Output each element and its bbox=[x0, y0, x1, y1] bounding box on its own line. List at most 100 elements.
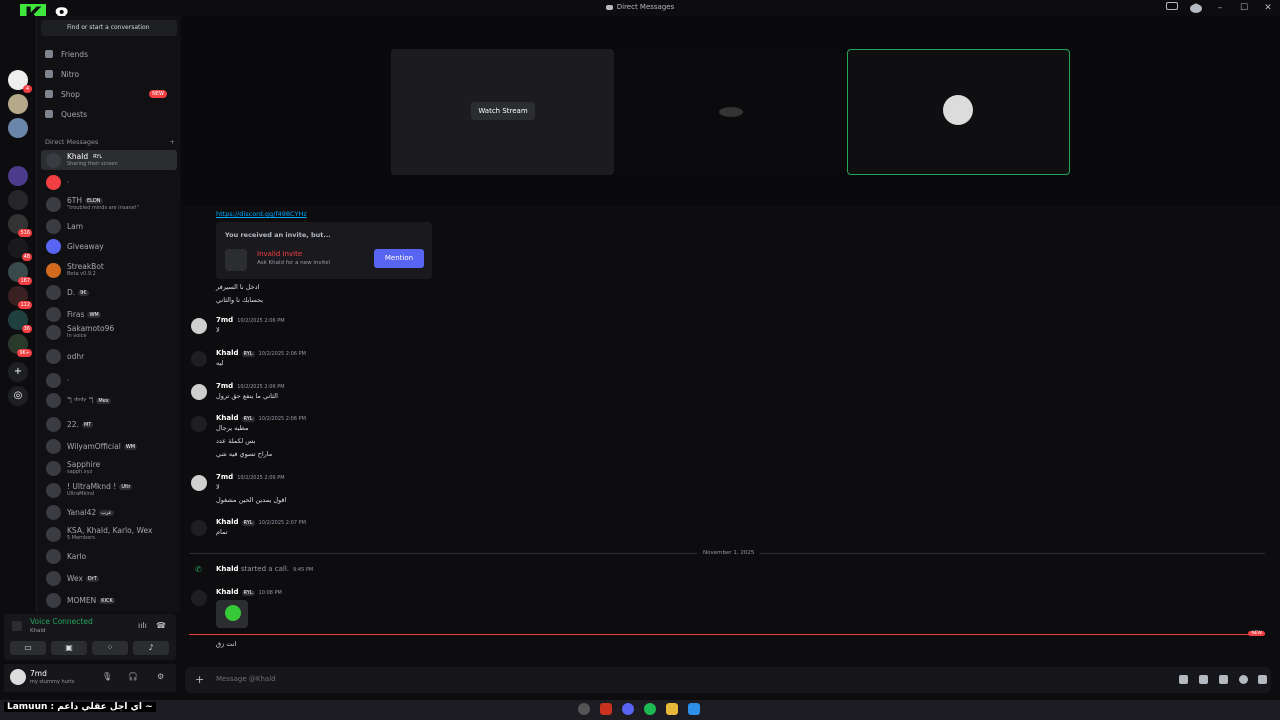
server-icon[interactable]: 36 bbox=[8, 310, 32, 333]
maximize-button[interactable]: ☐ bbox=[1238, 3, 1250, 13]
settings-app-icon[interactable] bbox=[578, 703, 590, 715]
gift-icon[interactable] bbox=[1179, 675, 1188, 684]
nav-shop[interactable]: Shop NEW bbox=[45, 86, 175, 102]
sticker-icon[interactable] bbox=[1219, 675, 1228, 684]
avatar[interactable] bbox=[191, 318, 207, 334]
dm-item[interactable]: Wex DrT bbox=[41, 568, 177, 588]
server-icon[interactable] bbox=[8, 190, 28, 210]
avatar[interactable] bbox=[191, 590, 207, 606]
server-icon[interactable]: 167 bbox=[8, 262, 32, 285]
dm-item[interactable]: WilyamOfficial WM bbox=[41, 436, 177, 456]
headphones-icon[interactable]: 🎧 bbox=[128, 672, 138, 681]
discord-app-icon[interactable] bbox=[622, 703, 634, 715]
soundboard-button[interactable]: ♪ bbox=[133, 641, 169, 655]
server-icon[interactable]: 516 bbox=[8, 214, 32, 237]
dm-item[interactable]: MOMEN KICK bbox=[41, 590, 177, 610]
author-name[interactable]: Khald bbox=[216, 414, 239, 422]
dm-status: UltraMkind bbox=[67, 491, 95, 497]
mention-button[interactable]: Mention bbox=[374, 249, 424, 268]
microphone-icon[interactable]: 🎙 bbox=[102, 672, 112, 681]
avatar[interactable] bbox=[191, 416, 207, 432]
inbox-icon[interactable] bbox=[1166, 2, 1178, 13]
message-input[interactable]: Message @Khald bbox=[216, 675, 276, 683]
dm-item[interactable]: Karlo bbox=[41, 546, 177, 566]
timestamp: 10/2/2025 2:07 PM bbox=[258, 520, 306, 526]
attach-icon[interactable]: + bbox=[195, 673, 204, 686]
dm-item[interactable]: Giveaway bbox=[41, 236, 177, 256]
spotify-icon[interactable] bbox=[644, 703, 656, 715]
windows-start-icon[interactable] bbox=[688, 703, 700, 715]
participant-tile-speaking[interactable] bbox=[847, 49, 1070, 175]
dm-item[interactable]: ! UltraMknd ! Ultr UltraMkind bbox=[41, 480, 177, 500]
search-input[interactable]: Find or start a conversation bbox=[41, 20, 177, 36]
avatar bbox=[46, 527, 61, 542]
avatar[interactable] bbox=[191, 351, 207, 367]
author-name[interactable]: Khald bbox=[216, 518, 239, 526]
minimize-button[interactable]: – bbox=[1214, 3, 1226, 13]
avatar[interactable] bbox=[10, 669, 26, 685]
dm-item[interactable]: Khald RYL Sharing their screen bbox=[41, 150, 177, 170]
server-icon[interactable]: 9K+ bbox=[8, 334, 32, 357]
close-button[interactable]: ✕ bbox=[1262, 3, 1274, 13]
avatar[interactable] bbox=[191, 520, 207, 536]
message-line: انت زق bbox=[216, 640, 237, 648]
message-composer[interactable]: + Message @Khald bbox=[185, 667, 1271, 693]
dm-item[interactable]: ℸ ᵈᵒᵈʸ ℸ Mex bbox=[41, 390, 177, 410]
avatar[interactable] bbox=[191, 384, 207, 400]
noise-suppression-icon[interactable]: ıılı bbox=[138, 621, 147, 630]
dm-item[interactable]: D. 9€ bbox=[41, 282, 177, 302]
emoji-icon[interactable] bbox=[1239, 675, 1248, 684]
invite-link[interactable]: https://discord.gg/f498CYHz bbox=[216, 210, 307, 218]
server-icon[interactable] bbox=[8, 166, 28, 186]
server-icon[interactable] bbox=[8, 94, 28, 114]
voice-channel[interactable]: Khald bbox=[30, 628, 45, 634]
dm-item[interactable]: odhr bbox=[41, 346, 177, 366]
add-server-icon[interactable]: + bbox=[8, 362, 28, 382]
activities-button[interactable]: ⁘ bbox=[92, 641, 128, 655]
help-icon[interactable]: ? bbox=[1190, 3, 1202, 13]
dm-name-text: Sapphire bbox=[67, 460, 101, 469]
author-name[interactable]: 7md bbox=[216, 316, 233, 324]
camera-button[interactable]: ▭ bbox=[10, 641, 46, 655]
dm-item[interactable]: KSA, Khald, Karlo, Wex 5 Members bbox=[41, 524, 177, 544]
server-icon[interactable]: 4 bbox=[8, 70, 32, 93]
image-attachment[interactable] bbox=[216, 600, 248, 628]
dm-item[interactable]: Sakamoto96 In voice bbox=[41, 322, 177, 342]
nav-friends[interactable]: Friends bbox=[45, 46, 175, 62]
dm-item[interactable]: · bbox=[41, 370, 177, 390]
author-name[interactable]: Khald bbox=[216, 349, 239, 357]
dm-item[interactable]: · bbox=[41, 172, 177, 192]
dm-item[interactable]: Firas WM bbox=[41, 304, 177, 324]
watch-stream-button[interactable]: Watch Stream bbox=[471, 102, 535, 120]
nav-nitro[interactable]: Nitro bbox=[45, 66, 175, 82]
nav-quests[interactable]: Quests bbox=[45, 106, 175, 122]
stream-tile[interactable]: Watch Stream bbox=[391, 49, 614, 175]
file-explorer-icon[interactable] bbox=[666, 703, 678, 715]
screen-share-button[interactable]: ▣ bbox=[51, 641, 87, 655]
dm-item[interactable]: Lam bbox=[41, 216, 177, 236]
dm-item[interactable]: Yanal42 عرب bbox=[41, 502, 177, 522]
nav-label: Quests bbox=[61, 109, 88, 119]
server-icon[interactable] bbox=[8, 118, 28, 138]
discover-icon[interactable]: ◎ bbox=[8, 386, 28, 406]
gear-icon[interactable]: ⚙ bbox=[157, 672, 164, 681]
server-icon[interactable]: 48 bbox=[8, 238, 32, 261]
dm-item[interactable]: 6TH ELDN "troubled minds are insane!" bbox=[41, 194, 177, 214]
dm-item[interactable]: StreakBot Beta v0.9.2 bbox=[41, 260, 177, 280]
participant-tile[interactable] bbox=[619, 49, 842, 175]
server-icon[interactable]: 112 bbox=[8, 286, 32, 309]
server-rail: 4 516 48 167 112 36 9K+ + ◎ bbox=[0, 16, 36, 700]
author-name[interactable]: Khald bbox=[216, 588, 239, 596]
dm-item[interactable]: Sapphire sapph.xyz bbox=[41, 458, 177, 478]
dm-item[interactable]: 22. MT bbox=[41, 414, 177, 434]
author-name[interactable]: 7md bbox=[216, 382, 233, 390]
add-dm-button[interactable]: + bbox=[170, 138, 175, 146]
dm-name-text: Khald bbox=[67, 152, 89, 161]
author-name[interactable]: 7md bbox=[216, 473, 233, 481]
brave-browser-icon[interactable] bbox=[600, 703, 612, 715]
gif-icon[interactable] bbox=[1199, 675, 1208, 684]
disconnect-icon[interactable]: ☎ bbox=[156, 621, 166, 630]
dm-name-text: MOMEN bbox=[67, 596, 97, 605]
apps-icon[interactable] bbox=[1258, 675, 1267, 684]
avatar[interactable] bbox=[191, 475, 207, 491]
